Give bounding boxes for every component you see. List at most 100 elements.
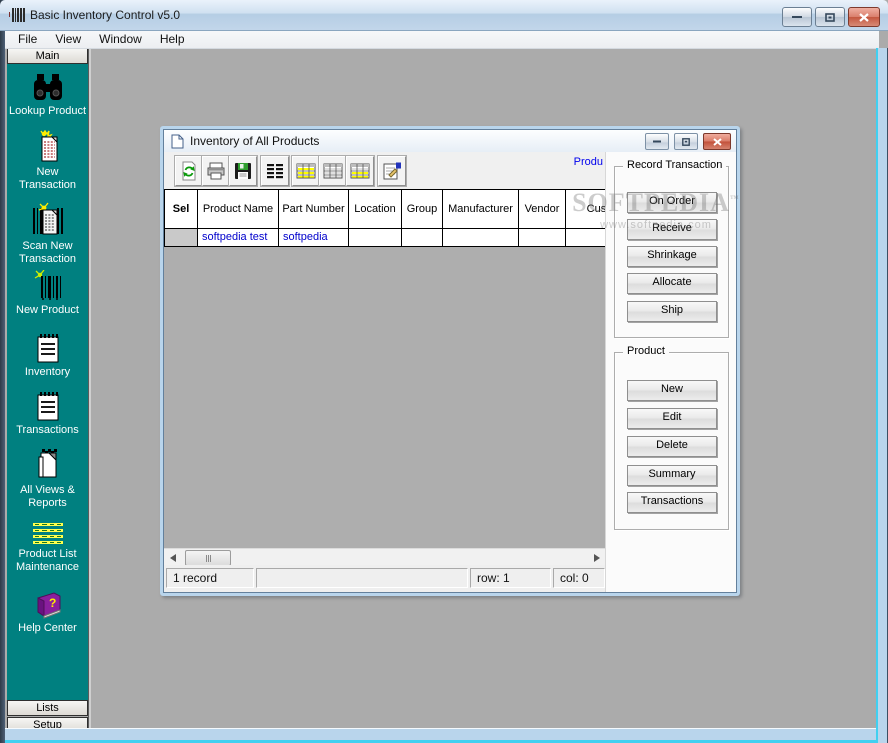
delete-button[interactable]: Delete [627,436,717,457]
child-window-inventory: Inventory of All Products [160,126,740,596]
sidebar-item-all-views-reports[interactable]: All Views & Reports [7,448,88,510]
sidebar-item-label: Lookup Product [7,105,88,118]
sidebar-item-label: Scan New Transaction [7,240,88,266]
close-button[interactable] [848,7,880,27]
menu-view[interactable]: View [46,30,90,48]
child-minimize-button[interactable] [645,133,669,150]
arrow-left-icon [170,554,176,562]
restore-icon [825,13,835,22]
sidebar-item-lookup-product[interactable]: Lookup Product [7,73,88,118]
striped-list-icon [32,522,64,546]
action-panel: Record Transaction On Order Receive Shri… [605,152,736,592]
sidebar-tab-lists[interactable]: Lists [7,700,88,716]
record-transaction-group-label: Record Transaction [623,159,726,171]
svg-text:?: ? [49,596,56,610]
print-icon [206,162,226,180]
menu-help[interactable]: Help [151,30,194,48]
sidebar-main-panel: Lookup Product New Transaction [7,64,88,700]
cell-location[interactable] [349,229,402,247]
grid-view-all-button[interactable] [292,156,320,186]
transactions-button[interactable]: Transactions [627,492,717,513]
titlebar[interactable]: Basic Inventory Control v5.0 [0,0,888,31]
cell-customer[interactable] [566,229,605,247]
on-order-button[interactable]: On Order [627,192,717,213]
binoculars-icon [31,73,65,103]
new-transaction-receipt-icon [33,130,63,164]
grid-view-selected-button[interactable] [346,156,374,186]
window-title: Basic Inventory Control v5.0 [30,8,180,22]
cell-sel[interactable] [164,229,198,247]
column-header-part-number[interactable]: Part Number [279,189,349,229]
summary-button[interactable]: Summary [627,465,717,486]
receive-button[interactable]: Receive [627,219,717,240]
scan-transaction-receipt-barcode-icon [31,202,65,238]
refresh-button[interactable] [175,156,203,186]
sidebar-tab-main[interactable]: Main [7,48,88,64]
cell-vendor[interactable] [519,229,566,247]
grid-view-button[interactable] [319,156,347,186]
new-button[interactable]: New [627,380,717,401]
cell-product-name[interactable]: softpedia test [198,229,279,247]
help-book-icon: ? [32,590,64,620]
view-list-button[interactable] [261,156,289,186]
product-views-link[interactable]: Produ [574,156,603,168]
sidebar-item-help-center[interactable]: ? Help Center [7,590,88,635]
allocate-button[interactable]: Allocate [627,273,717,294]
maximize-button[interactable] [815,7,845,27]
print-button[interactable] [202,156,230,186]
products-grid[interactable]: Sel Product Name Part Number Location Gr… [164,189,605,548]
shrinkage-button[interactable]: Shrinkage [627,246,717,267]
sidebar-item-label: New Product [7,304,88,317]
table-row[interactable]: softpedia test softpedia [164,229,605,247]
scroll-right-button[interactable] [589,550,604,565]
child-titlebar[interactable]: Inventory of All Products [164,130,736,153]
child-close-button[interactable] [703,133,731,150]
cell-manufacturer[interactable] [443,229,519,247]
sidebar-item-inventory[interactable]: Inventory [7,332,88,379]
column-header-product-name[interactable]: Product Name [198,189,279,229]
column-header-group[interactable]: Group [402,189,443,229]
menubar: File View Window Help [5,30,879,49]
ship-button[interactable]: Ship [627,301,717,322]
record-transaction-group: Record Transaction On Order Receive Shri… [614,166,729,338]
sidebar-item-new-transaction[interactable]: New Transaction [7,130,88,192]
scroll-left-button[interactable] [165,550,180,565]
sidebar-item-label: Inventory [7,366,88,379]
sidebar-item-scan-new-transaction[interactable]: Scan New Transaction [7,202,88,266]
column-header-vendor[interactable]: Vendor [519,189,566,229]
sidebar-item-label: New Transaction [7,166,88,192]
sidebar: Main Lookup Product [7,48,89,733]
child-window-title: Inventory of All Products [190,134,319,148]
refresh-icon [180,161,198,181]
menu-file[interactable]: File [9,30,46,48]
arrow-right-icon [594,554,600,562]
child-toolbar: Produ [164,152,605,189]
column-header-location[interactable]: Location [349,189,402,229]
window-border-bottom [0,728,888,743]
column-header-manufacturer[interactable]: Manufacturer [443,189,519,229]
sidebar-item-new-product[interactable]: New Product [7,270,88,317]
minimize-button[interactable] [782,7,812,27]
cell-group[interactable] [402,229,443,247]
sidebar-item-product-list-maintenance[interactable]: Product List Maintenance [7,522,88,574]
status-row: row: 1 [470,568,551,588]
cell-part-number[interactable]: softpedia [279,229,349,247]
minimize-icon [653,140,661,143]
grid-header-row: Sel Product Name Part Number Location Gr… [164,189,605,229]
sidebar-item-label: All Views & Reports [7,484,88,510]
column-header-customer[interactable]: Customer [566,189,605,229]
save-button[interactable] [229,156,257,186]
hscrollbar-thumb[interactable] [185,550,231,566]
properties-icon [382,162,402,180]
menu-window[interactable]: Window [90,30,151,48]
document-icon [171,134,184,149]
close-icon [713,138,722,146]
edit-button[interactable]: Edit [627,408,717,429]
new-product-barcode-icon [33,270,63,302]
child-restore-button[interactable] [674,133,698,150]
horizontal-scrollbar[interactable] [164,548,605,566]
column-header-sel[interactable]: Sel [164,189,198,229]
sidebar-item-transactions[interactable]: Transactions [7,390,88,437]
properties-button[interactable] [378,156,406,186]
table-highlight-rows-icon [350,163,370,179]
